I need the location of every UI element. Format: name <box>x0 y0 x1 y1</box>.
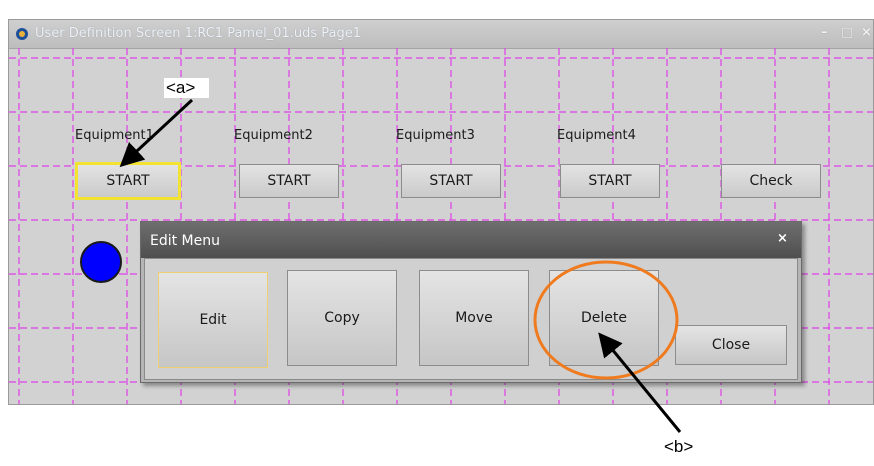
callout-b-arrow <box>598 332 682 433</box>
delete-highlight-circle <box>533 260 679 380</box>
annotation-overlay <box>119 98 682 433</box>
callout-a-arrow <box>119 98 194 168</box>
callout-a-label: <a> <box>164 78 210 98</box>
callout-b-label: <b> <box>664 437 694 457</box>
